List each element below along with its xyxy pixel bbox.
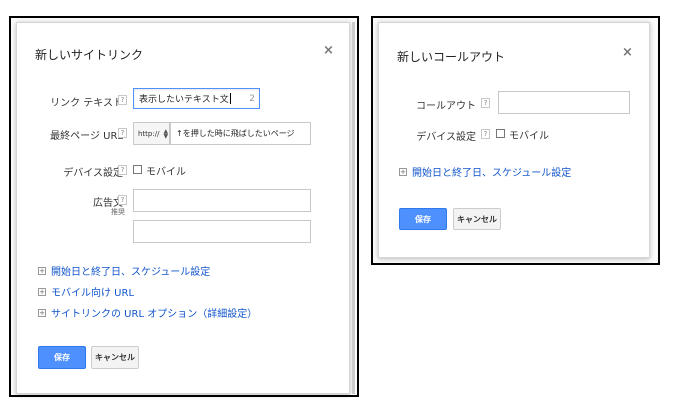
url-options-expander-label: サイトリンクの URL オプション（詳細設定） <box>51 309 258 320</box>
close-icon[interactable]: × <box>323 43 334 58</box>
device-setting-label: デバイス設定 <box>416 132 476 143</box>
help-icon[interactable]: ? <box>118 165 127 175</box>
text-caret <box>229 93 231 104</box>
help-icon[interactable]: ? <box>118 95 127 105</box>
ad-text-line1-input[interactable] <box>133 189 311 212</box>
device-setting-label: デバイス設定 <box>63 168 123 179</box>
new-sitelink-dialog: 新しいサイトリンク × リンク テキスト ? 表示したいテキスト文 2 最終ペー… <box>16 22 350 394</box>
expand-plus-icon: + <box>399 167 407 176</box>
mobile-url-expander[interactable]: + モバイル向け URL <box>38 284 134 299</box>
close-icon[interactable]: × <box>622 45 633 60</box>
up-down-arrows-icon: ▲ ▼ <box>163 127 169 140</box>
save-button[interactable]: 保存 <box>399 208 447 230</box>
char-count: 2 <box>249 93 255 104</box>
callout-dialog-title: 新しいコールアウト <box>397 50 506 64</box>
help-icon[interactable]: ? <box>118 195 127 205</box>
save-button[interactable]: 保存 <box>38 346 86 369</box>
scrollbar[interactable] <box>352 22 355 394</box>
sitelink-dialog-title: 新しいサイトリンク <box>35 48 144 62</box>
recommended-label: 推奨 <box>111 208 125 216</box>
callout-input[interactable] <box>498 91 630 114</box>
mobile-url-expander-label: モバイル向け URL <box>51 288 135 299</box>
new-callout-dialog: 新しいコールアウト × コールアウト ? デバイス設定 ? モバイル + 開始日… <box>378 22 650 258</box>
final-url-input[interactable]: ↑を押した時に飛ばしたいページ <box>170 122 311 145</box>
cancel-button[interactable]: キャンセル <box>91 346 139 369</box>
expand-plus-icon: + <box>38 308 46 317</box>
ad-text-line2-input[interactable] <box>133 220 311 243</box>
mobile-checkbox[interactable] <box>133 165 142 174</box>
expand-plus-icon: + <box>38 287 46 296</box>
help-icon[interactable]: ? <box>118 128 127 138</box>
protocol-select[interactable]: http:// ▲ ▼ <box>133 122 170 145</box>
expand-plus-icon: + <box>38 266 46 275</box>
mobile-checkbox-label: モバイル <box>146 167 186 178</box>
schedule-expander-label: 開始日と終了日、スケジュール設定 <box>51 267 211 278</box>
cancel-button[interactable]: キャンセル <box>453 208 501 230</box>
final-url-label: 最終ページ URL <box>50 131 123 142</box>
link-text-value: 表示したいテキスト文 <box>139 95 229 105</box>
link-text-label: リンク テキスト <box>50 98 123 109</box>
help-icon[interactable]: ? <box>481 129 490 139</box>
link-text-input[interactable]: 表示したいテキスト文 2 <box>133 88 260 109</box>
schedule-expander-label: 開始日と終了日、スケジュール設定 <box>412 168 572 179</box>
callout-label: コールアウト <box>416 101 476 112</box>
final-url-value: ↑を押した時に飛ばしたいページ <box>176 129 295 138</box>
schedule-expander[interactable]: + 開始日と終了日、スケジュール設定 <box>399 164 571 179</box>
schedule-expander[interactable]: + 開始日と終了日、スケジュール設定 <box>38 263 210 278</box>
mobile-checkbox[interactable] <box>496 129 505 138</box>
help-icon[interactable]: ? <box>481 98 490 108</box>
mobile-checkbox-label: モバイル <box>509 131 549 142</box>
protocol-value: http:// <box>138 129 160 138</box>
url-options-expander[interactable]: + サイトリンクの URL オプション（詳細設定） <box>38 305 257 320</box>
